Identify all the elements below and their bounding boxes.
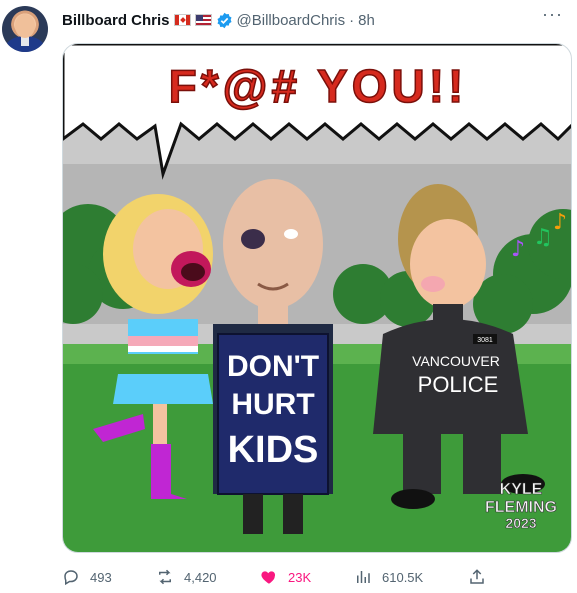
more-icon[interactable]: ···: [542, 4, 563, 25]
views-icon: [357, 571, 370, 583]
repost-icon: [159, 569, 171, 585]
author-handle[interactable]: @BillboardChris: [237, 12, 346, 29]
action-bar: 493 4,420 23K 610.5K: [62, 566, 502, 588]
artist-signature-line-2: FLEMING: [485, 499, 557, 516]
post-header: Billboard Chris @BillboardChris · 8h: [62, 10, 375, 30]
sign-line-2: HURT: [231, 388, 314, 421]
share-button[interactable]: [468, 566, 486, 588]
author-avatar[interactable]: [2, 6, 48, 52]
svg-text:♪: ♪: [553, 210, 567, 235]
artist-signature-line-3: 2023: [505, 515, 536, 531]
svg-text:♪: ♪: [511, 237, 525, 262]
sign-line-1: DON'T: [227, 350, 319, 383]
svg-text:♫: ♫: [533, 225, 553, 250]
post-time[interactable]: 8h: [358, 12, 375, 29]
like-button[interactable]: 23K: [260, 566, 311, 588]
repost-button[interactable]: 4,420: [156, 566, 217, 588]
views-count: 610.5K: [382, 569, 424, 585]
share-icon: [470, 569, 484, 584]
reply-icon: [64, 570, 78, 586]
separator-dot: ·: [349, 11, 355, 29]
verified-badge-icon[interactable]: [216, 12, 233, 29]
repost-count: 4,420: [184, 569, 217, 585]
reply-button[interactable]: 493: [62, 566, 112, 588]
post-image[interactable]: F*@# YOU!! DON'T HURT KIDS 3081 VANCOUVE…: [62, 43, 572, 553]
author-name[interactable]: Billboard Chris: [62, 12, 170, 29]
artist-signature-line-1: KYLE: [500, 481, 543, 498]
like-icon: [261, 571, 276, 584]
canada-flag-icon: [173, 14, 191, 26]
badge-number: 3081: [477, 337, 493, 344]
us-flag-icon: [194, 14, 212, 26]
reply-count: 493: [90, 569, 112, 585]
views-button[interactable]: 610.5K: [354, 566, 423, 588]
sign-line-3: KIDS: [228, 429, 319, 471]
jacket-line-1: VANCOUVER: [412, 353, 500, 369]
like-count: 23K: [288, 569, 312, 585]
speech-text: F*@# YOU!!: [169, 60, 468, 112]
jacket-line-2: POLICE: [418, 372, 499, 397]
